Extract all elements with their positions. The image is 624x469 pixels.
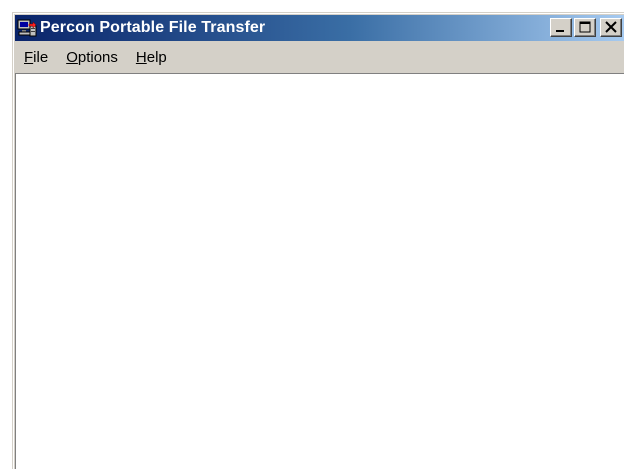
menu-options[interactable]: Options (57, 49, 127, 66)
menu-options-label: ptions (77, 48, 118, 66)
computer-transfer-icon[interactable] (17, 18, 37, 38)
app-window: Percon Portable File Transfer File Optio… (12, 12, 624, 469)
menu-file[interactable]: File (15, 49, 57, 66)
menu-help-accel: H (135, 48, 147, 66)
menu-file-accel: F (24, 48, 34, 66)
menu-bar: File Options Help (15, 43, 624, 71)
menu-help-label: elp (146, 48, 167, 66)
menu-options-accel: O (66, 48, 78, 66)
menu-help[interactable]: Help (127, 49, 176, 66)
menu-file-label: ile (33, 48, 49, 66)
window-title: Percon Portable File Transfer (40, 19, 266, 36)
title-bar[interactable]: Percon Portable File Transfer (15, 15, 624, 41)
client-area[interactable] (15, 73, 624, 469)
caption-buttons (550, 18, 622, 37)
minimize-button[interactable] (550, 18, 572, 37)
close-button[interactable] (600, 18, 622, 37)
maximize-button[interactable] (574, 18, 596, 37)
